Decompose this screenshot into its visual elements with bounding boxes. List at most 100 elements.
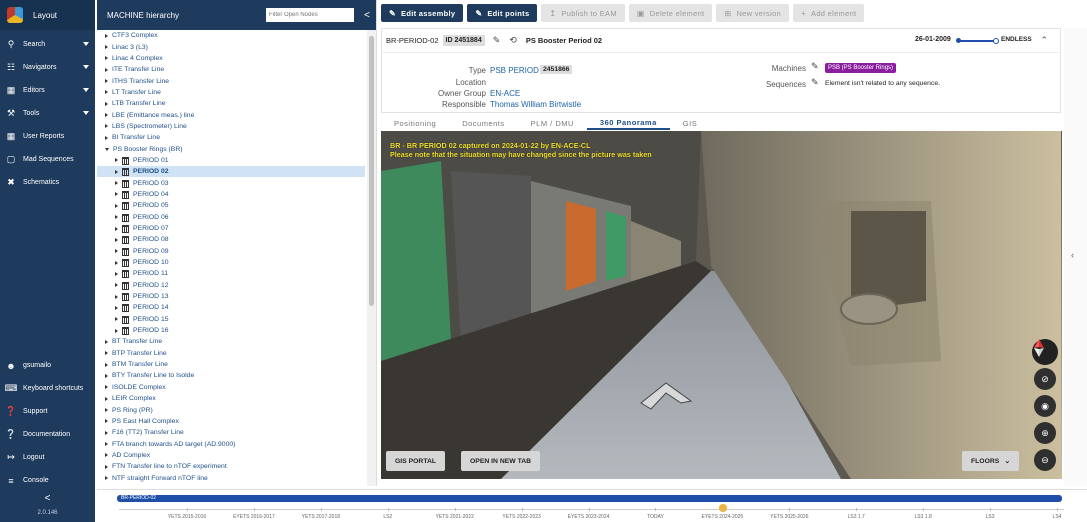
tree-node[interactable]: LTB Transfer Line (97, 98, 365, 109)
tree-node[interactable]: BTM Transfer Line (97, 359, 365, 370)
tree-node-selected[interactable]: PERIOD 02 (97, 166, 365, 178)
add-element-button[interactable]: + Add element (793, 4, 865, 22)
tree-node[interactable]: PERIOD 03 (97, 177, 365, 188)
floors-dropdown[interactable]: FLOORS ⌄ (962, 451, 1020, 471)
edit-points-button[interactable]: ✎ Edit points (467, 4, 538, 22)
tree-node[interactable]: PERIOD 16 (97, 325, 365, 336)
owner-group-value[interactable]: EN-ACE (490, 89, 520, 98)
tree-node[interactable]: PERIOD 10 (97, 257, 365, 268)
tree-node[interactable]: PS East Hall Complex (97, 416, 365, 427)
collapsed-triangle-icon[interactable] (105, 408, 108, 413)
collapsed-triangle-icon[interactable] (105, 56, 108, 61)
edit-assembly-button[interactable]: ✎ Edit assembly (381, 4, 464, 22)
open-in-new-tab-button[interactable]: OPEN IN NEW TAB (461, 451, 541, 471)
tree-node[interactable]: PERIOD 12 (97, 280, 365, 291)
collapsed-triangle-icon[interactable] (115, 169, 118, 174)
collapsed-triangle-icon[interactable] (105, 33, 108, 38)
tab-360-panorama[interactable]: 360 Panorama (586, 116, 670, 130)
brand[interactable]: Layout (0, 0, 95, 30)
filter-open-nodes-input[interactable] (266, 8, 354, 22)
collapsed-triangle-icon[interactable] (105, 101, 108, 106)
tree-node[interactable]: PERIOD 05 (97, 200, 365, 211)
history-icon[interactable]: ⟲ (509, 35, 517, 46)
delete-element-button[interactable]: ▣ Delete element (628, 4, 713, 22)
collapsed-triangle-icon[interactable] (115, 328, 118, 333)
collapsed-triangle-icon[interactable] (115, 215, 118, 220)
collapsed-triangle-icon[interactable] (115, 283, 118, 288)
nav-item-mad-sequences[interactable]: ▢ Mad Sequences (0, 148, 95, 171)
responsible-value[interactable]: Thomas William Birtwistle (490, 100, 581, 109)
tree-node[interactable]: BTY Transfer Line to Isolde (97, 370, 365, 381)
collapsed-triangle-icon[interactable] (105, 45, 108, 50)
collapsed-triangle-icon[interactable] (105, 442, 108, 447)
tree-node[interactable]: ISOLDE Complex (97, 382, 365, 393)
tree-node[interactable]: LEIR Complex (97, 393, 365, 404)
collapsed-triangle-icon[interactable] (105, 362, 108, 367)
tree-node[interactable]: CTF3 Complex (97, 30, 365, 41)
tree-node[interactable]: Linac 3 (L3) (97, 41, 365, 52)
collapsed-triangle-icon[interactable] (105, 464, 108, 469)
nav-item-user-reports[interactable]: ▦ User Reports (0, 125, 95, 148)
tree-node[interactable]: BI Transfer Line (97, 132, 365, 143)
tree-node[interactable]: PERIOD 14 (97, 302, 365, 313)
collapsed-triangle-icon[interactable] (105, 430, 108, 435)
collapsed-triangle-icon[interactable] (115, 294, 118, 299)
tree-node[interactable]: PERIOD 07 (97, 223, 365, 234)
tree-node[interactable]: PS Booster Rings (BR) (97, 143, 365, 154)
collapsed-triangle-icon[interactable] (105, 476, 108, 481)
collapsed-triangle-icon[interactable] (115, 305, 118, 310)
tree-node[interactable]: AD Complex (97, 450, 365, 461)
collapsed-triangle-icon[interactable] (105, 419, 108, 424)
collapsed-triangle-icon[interactable] (105, 373, 108, 378)
type-value[interactable]: PSB PERIOD (490, 66, 539, 75)
tree-node[interactable]: PS Ring (PR) (97, 404, 365, 415)
collapsed-triangle-icon[interactable] (115, 260, 118, 265)
pencil-icon[interactable]: ✎ (811, 77, 819, 88)
collapsed-triangle-icon[interactable] (105, 385, 108, 390)
timeline-element-bar[interactable]: BR-PERIOD-02 (117, 495, 1062, 502)
tree-node[interactable]: LBE (Emittance meas.) line (97, 109, 365, 120)
collapsed-triangle-icon[interactable] (105, 79, 108, 84)
tree-scrollbar[interactable] (367, 30, 376, 486)
collapse-nav-button[interactable]: < (0, 491, 95, 505)
nav-support[interactable]: ❓ Support (0, 400, 95, 423)
collapsed-triangle-icon[interactable] (115, 271, 118, 276)
collapsed-triangle-icon[interactable] (115, 226, 118, 231)
collapse-tree-button[interactable]: < (358, 5, 376, 25)
collapsed-triangle-icon[interactable] (115, 158, 118, 163)
tree-node[interactable]: PERIOD 13 (97, 291, 365, 302)
collapsed-triangle-icon[interactable] (105, 90, 108, 95)
publish-to-eam-button[interactable]: ↥ Publish to EAM (541, 4, 625, 22)
tree-node[interactable]: PERIOD 15 (97, 314, 365, 325)
tab-gis[interactable]: GIS (670, 116, 710, 130)
nav-keyboard-shortcuts[interactable]: ⌨ Keyboard shortcuts (0, 377, 95, 400)
collapsed-triangle-icon[interactable] (105, 113, 108, 118)
tab-plm-dmu[interactable]: PLM / DMU (518, 116, 587, 130)
tree-node[interactable]: F16 (TT2) Transfer Line (97, 427, 365, 438)
gis-portal-button[interactable]: GIS PORTAL (386, 451, 446, 471)
tree-node[interactable]: ITE Transfer Line (97, 64, 365, 75)
collapsed-triangle-icon[interactable] (115, 317, 118, 322)
tab-documents[interactable]: Documents (449, 116, 517, 130)
nav-item-navigators[interactable]: ☷ Navigators (0, 56, 95, 79)
collapsed-triangle-icon[interactable] (115, 192, 118, 197)
collapsed-triangle-icon[interactable] (115, 181, 118, 186)
nav-console[interactable]: ≡ Console (0, 469, 95, 492)
nav-user[interactable]: ☻ gsumailo (0, 354, 95, 377)
collapsed-triangle-icon[interactable] (105, 396, 108, 401)
chevron-up-icon[interactable]: ⌃ (1040, 35, 1048, 46)
collapsed-triangle-icon[interactable] (105, 339, 108, 344)
collapsed-triangle-icon[interactable] (105, 453, 108, 458)
zoom-out-icon[interactable]: ⊖ (1034, 449, 1056, 471)
panorama-viewer[interactable]: BR - BR PERIOD 02 captured on 2024-01-22… (381, 131, 1062, 479)
nav-item-schematics[interactable]: ✖ Schematics (0, 171, 95, 194)
scrollbar-thumb[interactable] (369, 36, 374, 306)
tree-node[interactable]: NTF straight Forward nTOF line (97, 472, 365, 483)
collapsed-triangle-icon[interactable] (105, 135, 108, 140)
tree-node[interactable]: PERIOD 08 (97, 234, 365, 245)
chevron-left-icon[interactable]: ‹ (1071, 250, 1074, 260)
tree-node[interactable]: BT Transfer Line (97, 336, 365, 347)
tree-node[interactable]: PERIOD 01 (97, 155, 365, 166)
tree-node[interactable]: PERIOD 06 (97, 212, 365, 223)
tree-node[interactable]: Linac 4 Complex (97, 53, 365, 64)
